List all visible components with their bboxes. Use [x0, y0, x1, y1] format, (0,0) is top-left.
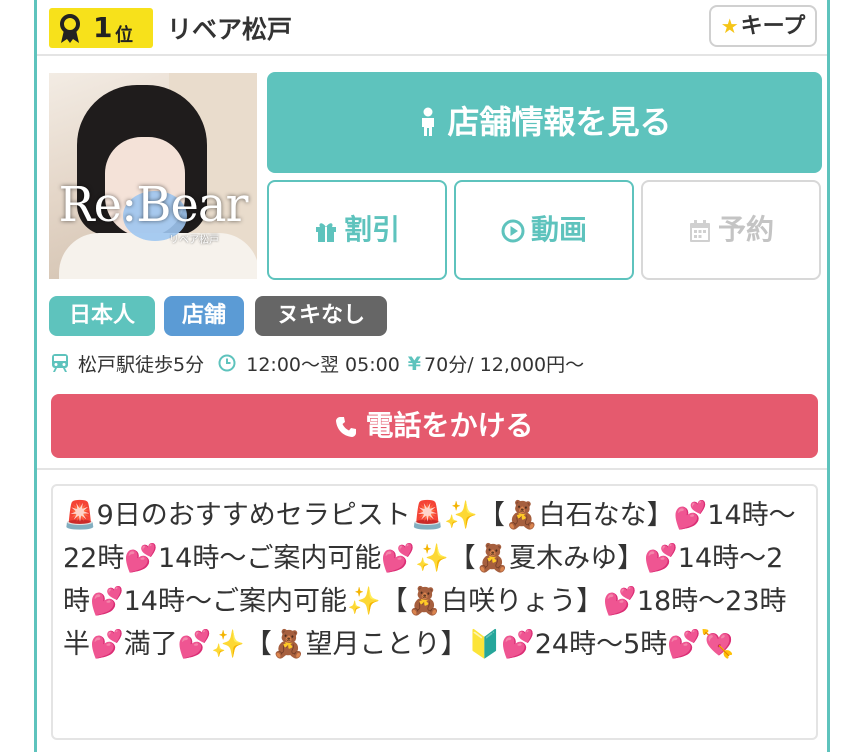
video-label: 動画	[530, 213, 587, 246]
info-row: 松戸駅徒歩5分 12:00〜翌 05:00 ¥70分∕ 12,000円〜	[51, 350, 584, 378]
call-label: 電話をかける	[365, 409, 534, 442]
photo-logo: Re:Bear	[58, 177, 249, 233]
person-icon	[422, 107, 435, 136]
card-header: 1 位 リベア松戸 ★キープ	[37, 0, 827, 56]
call-button[interactable]: 電話をかける	[51, 394, 818, 458]
price-text: 70分∕ 12,000円〜	[424, 354, 585, 376]
reserve-label: 予約	[717, 213, 774, 246]
tag-japanese: 日本人	[49, 296, 155, 336]
shop-photo[interactable]: Re:Bear リベア松戸	[49, 73, 257, 279]
discount-button[interactable]: 割引	[267, 180, 447, 280]
play-circle-icon	[501, 219, 525, 243]
keep-label: キープ	[740, 14, 806, 39]
tag-no-nuki: ヌキなし	[255, 296, 387, 336]
rank-badge: 1 位	[49, 8, 153, 48]
recommendation-message: 🚨9日のおすすめセラピスト🚨✨【🧸白石なな】💕14時〜22時💕14時〜ご案内可能…	[51, 484, 818, 740]
shop-card: 1 位 リベア松戸 ★キープ Re:Bear リベア松戸 店舗情報を見る 割引	[34, 0, 830, 752]
shop-name[interactable]: リベア松戸	[167, 10, 292, 46]
reserve-button: 予約	[641, 180, 821, 280]
yen-icon: ¥	[407, 352, 422, 375]
hours-text: 12:00〜翌 05:00	[246, 354, 400, 376]
keep-button[interactable]: ★キープ	[709, 5, 817, 47]
train-icon	[51, 353, 78, 375]
tag-store: 店舗	[164, 296, 244, 336]
gift-icon	[315, 223, 336, 242]
divider	[37, 468, 827, 470]
photo-sub-text: リベア松戸	[169, 235, 219, 246]
access-text: 松戸駅徒歩5分	[78, 354, 205, 376]
discount-label: 割引	[343, 213, 400, 246]
rank-unit: 位	[115, 25, 133, 46]
shop-info-button[interactable]: 店舗情報を見る	[267, 72, 822, 173]
calendar-icon	[689, 220, 710, 242]
video-button[interactable]: 動画	[454, 180, 634, 280]
star-icon: ★	[720, 14, 739, 38]
award-ribbon-icon	[60, 14, 80, 43]
clock-icon	[212, 353, 246, 375]
rank-number: 1	[93, 11, 113, 44]
shop-info-label: 店舗情報を見る	[447, 103, 672, 141]
phone-icon	[336, 417, 357, 437]
